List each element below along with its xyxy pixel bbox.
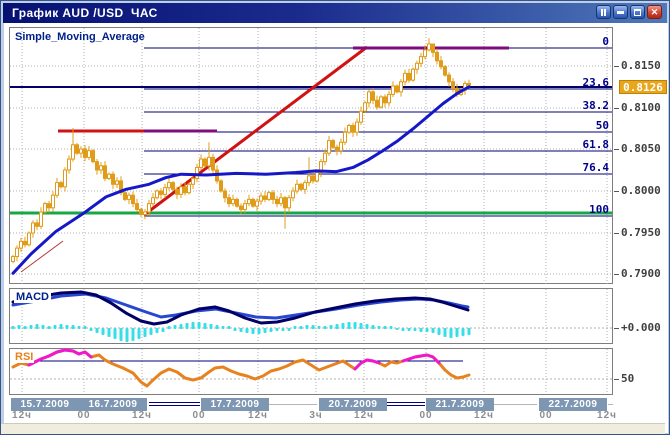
macd-indicator-label: MACD (14, 291, 51, 303)
window-buttons (596, 5, 662, 19)
date-connector (608, 404, 613, 405)
macd-zero-label: +0.000 (621, 321, 661, 334)
price-axis-tick (614, 191, 619, 192)
candle (268, 191, 271, 201)
rsi-panel[interactable] (9, 348, 614, 396)
candle (396, 84, 399, 93)
fibonacci-level-label: 61.8 (583, 138, 610, 151)
date-connector (149, 402, 200, 406)
candle (44, 202, 47, 214)
time-label: 00 (524, 410, 568, 421)
status-strip (1, 423, 665, 434)
time-label: 00 (62, 410, 106, 421)
candle (300, 183, 303, 191)
price-axis-label: 0.8050 (621, 142, 661, 155)
price-axis-label: 0.7900 (621, 267, 661, 280)
price-axis-label: 0.7950 (621, 226, 661, 239)
fibonacci-level-label: 76.4 (583, 161, 610, 174)
candle (380, 95, 383, 108)
price-axis-tick (614, 108, 619, 109)
candle (188, 183, 191, 195)
price-axis-tick (614, 274, 619, 275)
candle (28, 231, 31, 246)
fibonacci-level-label: 23.6 (583, 76, 610, 89)
candle (316, 171, 319, 183)
time-label: 12ч (0, 410, 44, 421)
chart-window: График AUD /USD ЧАС Simple_Moving_Averag… (0, 0, 670, 435)
date-connector (269, 404, 317, 405)
date-connector (387, 402, 425, 406)
price-axis-label: 0.8000 (621, 184, 661, 197)
fibonacci-level-label: 38.2 (583, 99, 610, 112)
close-button[interactable] (647, 5, 662, 19)
pin-button[interactable] (596, 5, 611, 19)
time-label: 00 (177, 410, 221, 421)
candle (444, 65, 447, 77)
price-axis-label: 0.8100 (621, 101, 661, 114)
macd-panel[interactable] (9, 288, 614, 345)
price-axis-tick (614, 149, 619, 150)
time-label: 12ч (462, 410, 506, 421)
time-label: 12ч (120, 410, 164, 421)
candle (156, 189, 159, 199)
title-bar[interactable]: График AUD /USD ЧАС (3, 3, 667, 23)
candle (236, 198, 239, 208)
price-axis-tick (614, 233, 619, 234)
fibonacci-level-label: 100 (589, 203, 609, 216)
candle (76, 143, 79, 155)
candle (332, 139, 335, 149)
minimize-button[interactable] (613, 5, 628, 19)
time-label: 12ч (236, 410, 280, 421)
candle (172, 181, 175, 191)
price-axis-tick (614, 379, 619, 380)
rsi-level-label: 50 (621, 372, 634, 385)
rsi-indicator-label: RSI (14, 351, 34, 363)
candle (220, 179, 223, 192)
time-label: 12ч (342, 410, 386, 421)
window-content (4, 23, 668, 433)
maximize-button[interactable] (630, 5, 645, 19)
time-label: 12ч (585, 410, 629, 421)
candle (92, 149, 95, 163)
time-label: 00 (404, 410, 448, 421)
price-axis-label: 0.8150 (621, 59, 661, 72)
price-axis-tick (614, 66, 619, 67)
candle (204, 157, 207, 167)
candle (124, 191, 127, 201)
window-title: График AUD /USD ЧАС (12, 6, 158, 20)
sma-indicator-label: Simple_Moving_Average (15, 31, 145, 43)
price-axis-tick (614, 328, 619, 329)
candle (12, 255, 15, 263)
price-chart-panel[interactable] (9, 27, 614, 285)
candle (412, 68, 415, 82)
current-price-badge: 0.8126 (619, 80, 667, 94)
candle (252, 198, 255, 208)
time-label: 3ч (294, 410, 338, 421)
date-connector (494, 404, 537, 405)
candle (364, 101, 367, 113)
fibonacci-level-label: 0 (602, 35, 609, 48)
candle (348, 124, 351, 134)
fibonacci-level-label: 50 (596, 119, 609, 132)
